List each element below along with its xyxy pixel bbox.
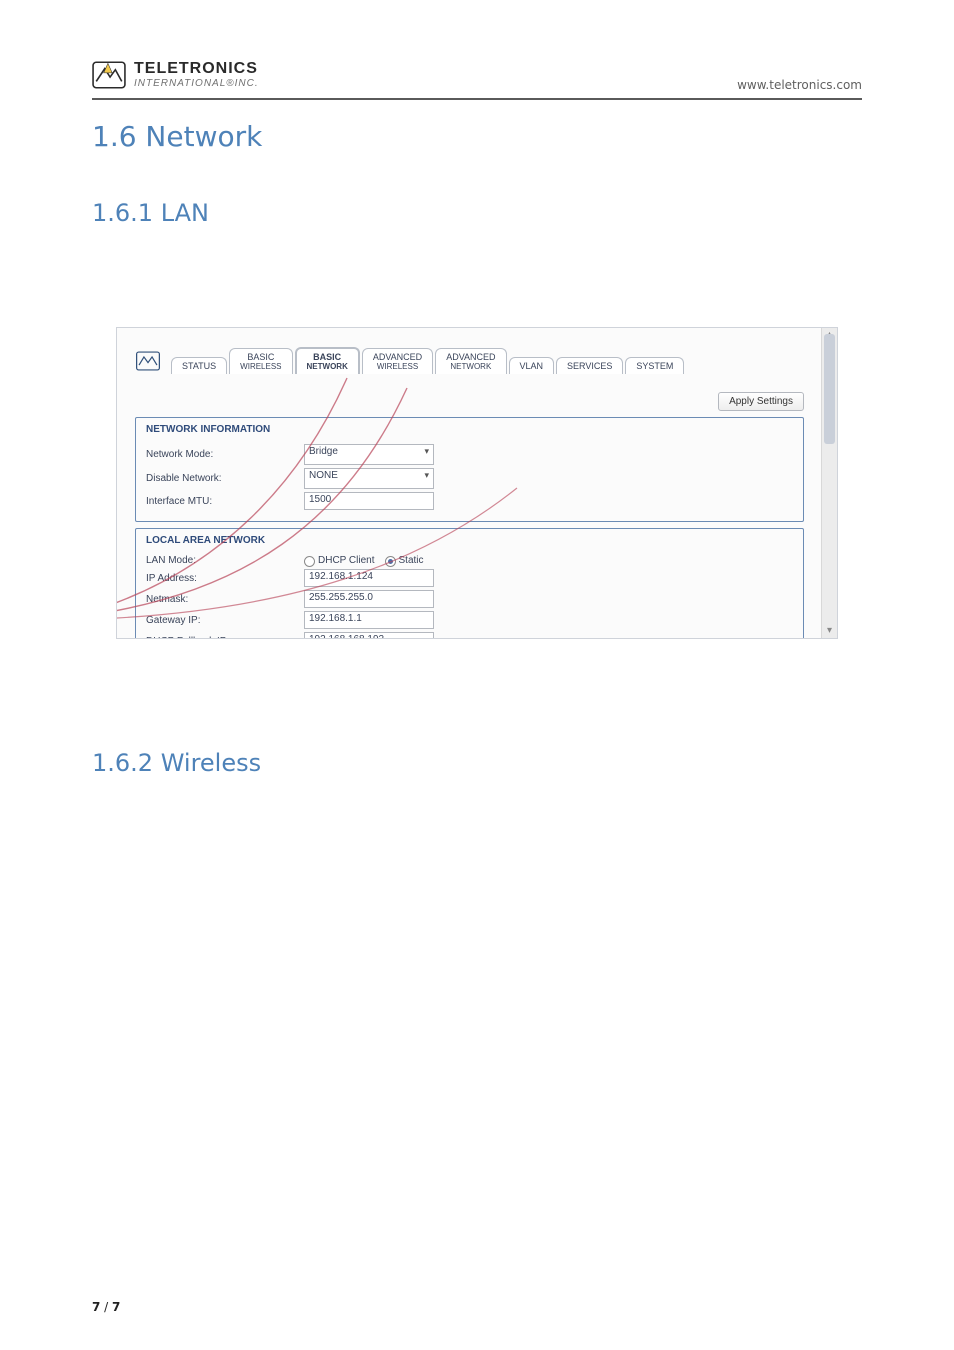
local-area-network-fieldset: LOCAL AREA NETWORK LAN Mode: DHCP Client… <box>135 528 804 639</box>
label-lan-mode: LAN Mode: <box>146 555 296 566</box>
gateway-ip-input[interactable]: 192.168.1.1 <box>304 611 434 629</box>
tab-logo-icon <box>135 348 161 374</box>
network-information-fieldset: NETWORK INFORMATION Network Mode: Bridge… <box>135 417 804 522</box>
apply-settings-button[interactable]: Apply Settings <box>718 392 804 411</box>
brand-text: TELETRONICS INTERNATIONAL®INC. <box>134 61 259 89</box>
lan-mode-static-radio[interactable]: Static <box>385 555 424 566</box>
scroll-down-icon[interactable]: ▾ <box>822 624 837 638</box>
subsection-heading-lan: 1.6.1 LAN <box>92 199 862 227</box>
tab-basic-wireless[interactable]: BASIC WIRELESS <box>229 348 292 374</box>
brand-logo: TELETRONICS INTERNATIONAL®INC. <box>92 58 259 92</box>
dhcp-fallback-ip-input[interactable]: 192.168.168.192 <box>304 632 434 639</box>
label-interface-mtu: Interface MTU: <box>146 496 296 507</box>
page: TELETRONICS INTERNATIONAL®INC. www.telet… <box>0 0 954 1350</box>
page-total: 7 <box>112 1300 120 1314</box>
label-gateway-ip: Gateway IP: <box>146 615 296 626</box>
tab-basic-network[interactable]: BASIC NETWORK <box>295 347 360 374</box>
label-network-mode: Network Mode: <box>146 449 296 460</box>
label-disable-network: Disable Network: <box>146 473 296 484</box>
section-heading-network: 1.6 Network <box>92 120 862 153</box>
scrollbar[interactable]: ▴ ▾ <box>821 328 837 638</box>
tab-advanced-wireless[interactable]: ADVANCED WIRELESS <box>362 348 433 374</box>
ip-address-input[interactable]: 192.168.1.124 <box>304 569 434 587</box>
page-footer: 7 / 7 <box>92 1300 120 1314</box>
network-mode-select[interactable]: Bridge <box>304 444 434 465</box>
disable-network-select[interactable]: NONE <box>304 468 434 489</box>
tab-vlan[interactable]: VLAN <box>509 357 555 374</box>
tab-system[interactable]: SYSTEM <box>625 357 684 374</box>
label-netmask: Netmask: <box>146 594 296 605</box>
tab-services[interactable]: SERVICES <box>556 357 623 374</box>
label-dhcp-fallback-ip: DHCP Fallback IP: <box>146 636 296 640</box>
local-area-network-legend: LOCAL AREA NETWORK <box>142 535 269 546</box>
tab-advanced-network[interactable]: ADVANCED NETWORK <box>435 348 506 374</box>
brand-line2: INTERNATIONAL®INC. <box>134 79 259 89</box>
scroll-thumb[interactable] <box>824 334 835 444</box>
router-ui-screenshot: ▴ ▾ STATUS BASIC WIRELESS <box>116 327 838 639</box>
page-header: TELETRONICS INTERNATIONAL®INC. www.telet… <box>92 58 862 100</box>
tab-bar: STATUS BASIC WIRELESS BASIC NETWORK ADVA… <box>135 334 804 374</box>
label-ip-address: IP Address: <box>146 573 296 584</box>
interface-mtu-input[interactable]: 1500 <box>304 492 434 510</box>
network-information-legend: NETWORK INFORMATION <box>142 424 274 435</box>
header-url: www.teletronics.com <box>737 78 862 92</box>
brand-line1: TELETRONICS <box>134 61 259 77</box>
subsection-heading-wireless: 1.6.2 Wireless <box>92 749 862 777</box>
tab-status[interactable]: STATUS <box>171 357 227 374</box>
teletronics-logo-icon <box>92 58 126 92</box>
netmask-input[interactable]: 255.255.255.0 <box>304 590 434 608</box>
lan-mode-dhcp-client-radio[interactable]: DHCP Client <box>304 555 375 566</box>
apply-row: Apply Settings <box>135 392 804 411</box>
